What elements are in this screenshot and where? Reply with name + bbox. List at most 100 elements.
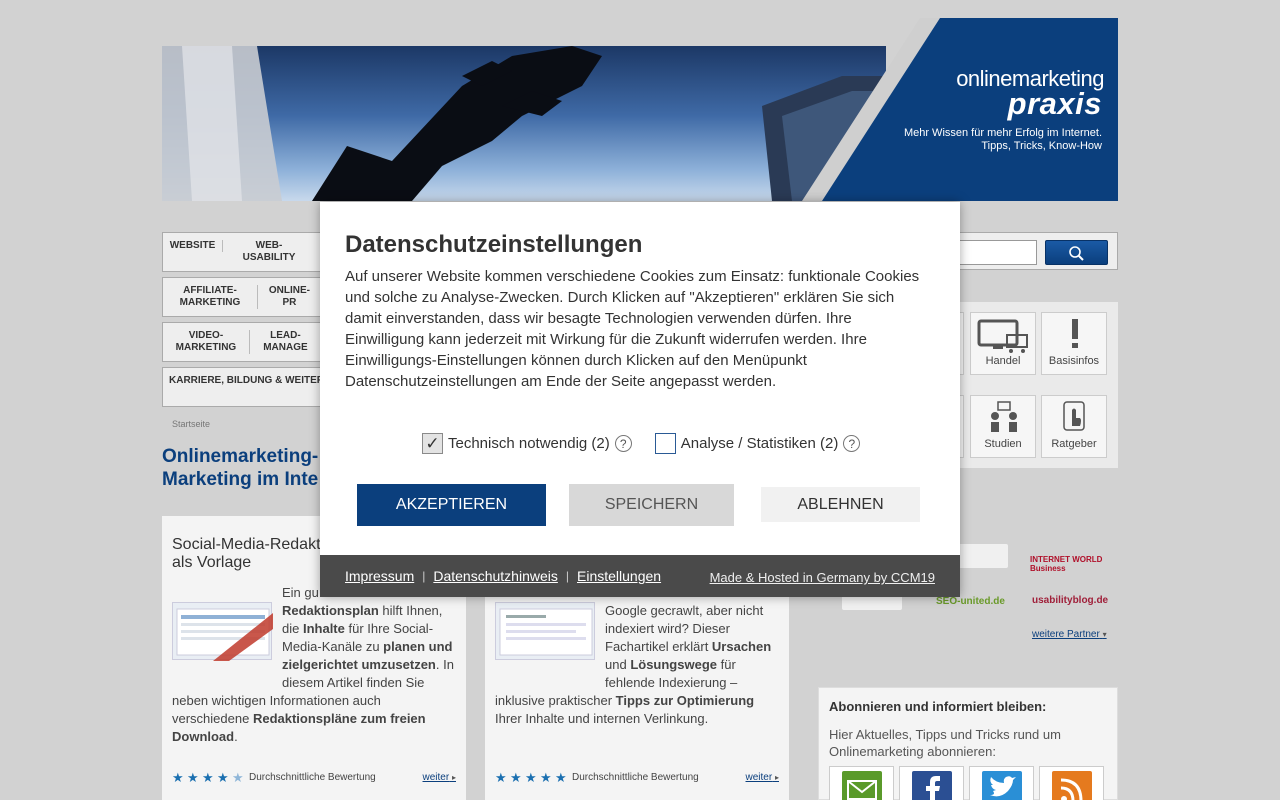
excerpt-text: und	[605, 657, 631, 672]
separator: |	[565, 569, 569, 583]
category-tile-ratgeber[interactable]: Ratgeber	[1041, 395, 1107, 458]
nav-row-1: WEBSITE WEB- USABILITY	[162, 232, 322, 272]
read-more-link[interactable]: weiter ▸	[746, 772, 779, 783]
article-title-line2: als Vorlage	[172, 554, 252, 571]
nav-item-website[interactable]: WEBSITE	[163, 240, 223, 252]
excerpt-text: für Ihre Social-	[344, 621, 434, 636]
partner-logo-usabilityblog[interactable]: usabilityblog.de	[1032, 595, 1108, 606]
excerpt-bold: Lösungswege	[630, 657, 717, 672]
nav-item-lead-management[interactable]: LEAD- MANAGE	[250, 330, 321, 354]
category-tile-handel[interactable]: Handel	[970, 312, 1036, 375]
excerpt-text: diesem Artikel finden Sie	[282, 675, 425, 690]
analytics-label[interactable]: Analyse / Statistiken (2)	[681, 435, 839, 452]
email-icon	[842, 771, 882, 800]
ccm19-credit-link[interactable]: Made & Hosted in Germany by CCM19	[710, 570, 935, 585]
accept-button[interactable]: AKZEPTIEREN	[357, 484, 546, 526]
nav-item-karriere[interactable]: KARRIERE, BILDUNG & WEITER	[163, 375, 321, 387]
search-button[interactable]	[1045, 240, 1108, 265]
subscribe-twitter-button[interactable]	[969, 766, 1034, 800]
exclamation-icon	[1042, 313, 1106, 355]
nav-item-web-usability[interactable]: WEB- USABILITY	[223, 240, 315, 264]
article-excerpt-bottom: inklusive praktischer Tipps zur Optimier…	[495, 692, 785, 728]
nav-item-video-marketing[interactable]: VIDEO- MARKETING	[163, 330, 250, 354]
subscribe-email-button[interactable]	[829, 766, 894, 800]
partner-logo-internetworld[interactable]: INTERNET WORLD Business	[1030, 555, 1118, 573]
star-icon: ★	[510, 770, 522, 785]
partner-logo-seo-united[interactable]: SEO-united.de	[936, 596, 1005, 607]
excerpt-text: neben wichtigen Informationen auch	[172, 693, 381, 708]
nav-row-4: KARRIERE, BILDUNG & WEITER	[162, 367, 322, 407]
consent-options: ✓ Technisch notwendig (2) ? Analyse / St…	[422, 433, 883, 454]
excerpt-text: hilft Ihnen,	[378, 603, 443, 618]
article-thumbnail[interactable]	[495, 602, 595, 660]
category-tile-basisinfos[interactable]: Basisinfos	[1041, 312, 1107, 375]
excerpt-bold: Inhalte	[302, 621, 345, 636]
excerpt-bold: planen und	[383, 639, 453, 654]
nav-item-affiliate-marketing[interactable]: AFFILIATE- MARKETING	[163, 285, 258, 309]
privacy-link[interactable]: Datenschutzhinweis	[433, 568, 558, 584]
search-bar	[940, 232, 1118, 270]
star-icon: ★	[540, 770, 552, 785]
subscribe-facebook-button[interactable]	[899, 766, 964, 800]
half-star-icon: ★	[232, 770, 244, 785]
brand-logo[interactable]: onlinemarketing praxis Mehr Wissen für m…	[802, 18, 1118, 201]
article-thumbnail[interactable]	[172, 602, 273, 661]
excerpt-bold: Redaktionspläne zum freien	[252, 711, 426, 726]
option-analytics: Analyse / Statistiken (2) ?	[654, 433, 861, 454]
arrow-right-icon: ▸	[451, 773, 456, 782]
excerpt-text: Ein gu	[282, 585, 319, 600]
article-title[interactable]: Social-Media-Redakt als Vorlage	[172, 536, 321, 572]
category-label-ratgeber: Ratgeber	[1051, 438, 1097, 450]
reject-button[interactable]: ABLEHNEN	[761, 487, 920, 522]
help-icon[interactable]: ?	[614, 435, 632, 452]
separator: |	[422, 569, 426, 583]
settings-link[interactable]: Einstellungen	[577, 568, 661, 584]
consent-title: Datenschutzeinstellungen	[345, 231, 643, 258]
search-icon	[1069, 246, 1084, 261]
save-button[interactable]: SPEICHERN	[569, 484, 734, 526]
breadcrumb[interactable]: Startseite	[172, 419, 210, 429]
excerpt-text: Fachartikel erklärt	[605, 639, 712, 654]
page-title-line1: Onlinemarketing-	[162, 446, 319, 467]
read-more-label: weiter	[422, 772, 450, 783]
header-photo	[162, 46, 886, 201]
excerpt-bold: zielgerichtet umzusetzen	[282, 657, 436, 672]
category-panel: Handel Basisinfos Studien Ratgeber	[928, 302, 1118, 468]
star-rating: ★ ★ ★ ★ ★	[495, 770, 567, 785]
help-icon[interactable]: ?	[843, 435, 861, 452]
excerpt-text: für	[717, 657, 736, 672]
people-icon	[971, 396, 1035, 438]
excerpt-text: .	[234, 729, 238, 744]
star-icon: ★	[495, 770, 507, 785]
technical-checkbox[interactable]: ✓	[422, 433, 443, 454]
star-icon: ★	[172, 770, 184, 785]
analytics-checkbox[interactable]	[654, 433, 676, 454]
more-partners-link[interactable]: weitere Partner ▾	[1032, 629, 1107, 640]
star-icon: ★	[555, 770, 567, 785]
star-icon: ★	[525, 770, 537, 785]
twitter-icon	[982, 771, 1022, 800]
category-label-basisinfos: Basisinfos	[1048, 355, 1100, 367]
excerpt-text: indexiert wird? Dieser	[605, 621, 730, 636]
nav-item-online-pr[interactable]: ONLINE- PR	[258, 285, 321, 309]
hand-pointer-icon	[1042, 396, 1106, 438]
page-title: Onlinemarketing- Marketing im Inte	[162, 445, 318, 491]
arrow-down-icon: ▾	[1102, 630, 1107, 639]
excerpt-text: Google gecrawlt, aber nicht	[605, 603, 764, 618]
excerpt-bold: Redaktionsplan	[282, 603, 379, 618]
nav-row-2: AFFILIATE- MARKETING ONLINE- PR	[162, 277, 322, 317]
option-technical: ✓ Technisch notwendig (2) ?	[422, 433, 632, 454]
consent-footer-links: Impressum | Datenschutzhinweis | Einstel…	[345, 568, 661, 584]
subscribe-rss-button[interactable]	[1039, 766, 1104, 800]
excerpt-text: inklusive praktischer	[495, 693, 616, 708]
read-more-link[interactable]: weiter ▸	[423, 772, 456, 783]
technical-label[interactable]: Technisch notwendig (2)	[448, 435, 610, 452]
slogan-line2: Tipps, Tricks, Know-How	[981, 140, 1102, 152]
impressum-link[interactable]: Impressum	[345, 568, 414, 584]
star-rating: ★ ★ ★ ★ ★	[172, 770, 244, 785]
category-tile-studien[interactable]: Studien	[970, 395, 1036, 458]
star-icon: ★	[187, 770, 199, 785]
excerpt-text: die	[282, 621, 303, 636]
rating-label: Durchschnittliche Bewertung	[572, 772, 699, 783]
subscribe-text: Hier Aktuelles, Tipps und Tricks rund um…	[829, 727, 1061, 759]
